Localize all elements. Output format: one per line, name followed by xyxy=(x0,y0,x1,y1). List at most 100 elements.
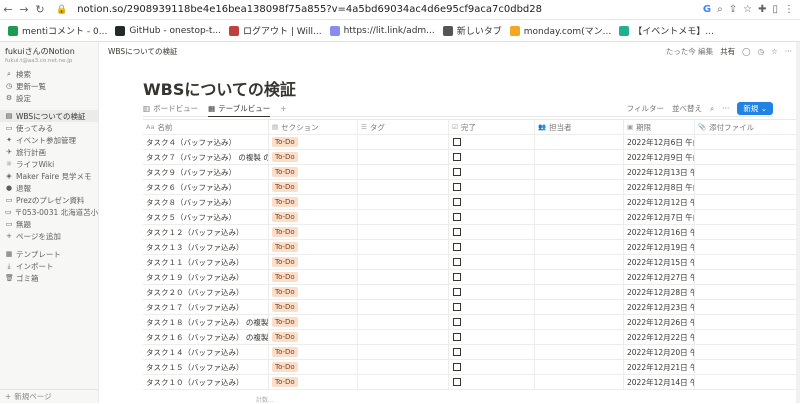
cell-file[interactable] xyxy=(695,255,800,269)
address-bar[interactable]: notion.so/2908939118be4e16bea138098f75a8… xyxy=(77,4,703,15)
cell-tag[interactable] xyxy=(358,225,449,239)
cell-section[interactable]: To-Do xyxy=(269,150,358,164)
cell-tag[interactable] xyxy=(358,285,449,299)
cell-owner[interactable] xyxy=(535,135,624,149)
table-row[interactable]: タスク１８（バッファ込み） の複製To-Do 2022年12月26日 午前 12:… xyxy=(143,315,800,330)
cell-section[interactable]: To-Do xyxy=(269,240,358,254)
done-checkbox[interactable] xyxy=(453,168,461,176)
cell-file[interactable] xyxy=(695,315,800,329)
breadcrumb[interactable]: WBSについての検証 xyxy=(108,46,666,57)
back-icon[interactable]: ← xyxy=(0,3,16,16)
done-checkbox[interactable] xyxy=(453,348,461,356)
cell-section[interactable]: To-Do xyxy=(269,195,358,209)
cell-file[interactable] xyxy=(695,195,800,209)
table-row[interactable]: タスク１４（バッファ込み） To-Do 2022年12月20日 午前 12:00 ( xyxy=(143,345,800,360)
cell-owner[interactable] xyxy=(535,225,624,239)
chevron-down-icon[interactable]: ⌄ xyxy=(761,104,767,113)
table-row[interactable]: タスク１２（バッファ込み） To-Do 2022年12月16日 午前 12:00 ( xyxy=(143,225,800,240)
cell-section[interactable]: To-Do xyxy=(269,375,358,389)
cell-name[interactable]: タスク１１（バッファ込み） xyxy=(143,255,269,269)
new-page-button[interactable]: + 新規ページ xyxy=(0,389,99,403)
cell-done[interactable] xyxy=(449,255,535,269)
cell-done[interactable] xyxy=(449,270,535,284)
table-row[interactable]: タスク１９（バッファ込み） To-Do 2022年12月27日 午前 12:00 ( xyxy=(143,270,800,285)
cell-name[interactable]: タスク１５（バッファ込み） xyxy=(143,360,269,374)
cell-owner[interactable] xyxy=(535,150,624,164)
workspace-switcher[interactable]: fukuiさんのNotion fukui.t@aa3.co.net.ne.jp xyxy=(0,42,98,64)
reload-icon[interactable]: ↻ xyxy=(32,3,48,16)
column-header-date[interactable]: ▣ 期限 xyxy=(624,120,695,134)
cell-done[interactable] xyxy=(449,330,535,344)
sidebar-item-page-6[interactable]: ● 退報 xyxy=(0,182,98,194)
cell-owner[interactable] xyxy=(535,270,624,284)
cell-done[interactable] xyxy=(449,210,535,224)
bookmark-star-icon[interactable]: ☆ xyxy=(743,4,752,15)
sidebar-item-page-1[interactable]: ▭ 使ってみる xyxy=(0,122,98,134)
favorite-star-icon[interactable]: ☆ xyxy=(771,47,778,56)
cell-date[interactable]: 2022年12月20日 午前 12:00 ( xyxy=(624,345,695,359)
more-view-options-icon[interactable]: ··· xyxy=(722,104,729,113)
filter-button[interactable]: フィルター xyxy=(627,103,664,114)
cell-file[interactable] xyxy=(695,345,800,359)
lock-icon[interactable]: 🔒 xyxy=(56,5,67,15)
column-header-name[interactable]: Aa 名前 xyxy=(143,120,269,134)
cell-done[interactable] xyxy=(449,285,535,299)
cell-tag[interactable] xyxy=(358,195,449,209)
cell-owner[interactable] xyxy=(535,285,624,299)
sidebar-item-page-2[interactable]: ✦ イベント参加管理 xyxy=(0,134,98,146)
forward-icon[interactable]: → xyxy=(16,3,32,16)
table-row[interactable]: タスク６（バッファ込み） To-Do 2022年12月8日 午前 12:00 (G xyxy=(143,180,800,195)
vertical-scrollbar[interactable] xyxy=(796,42,800,403)
cell-section[interactable]: To-Do xyxy=(269,270,358,284)
search-icon[interactable]: ⌕ xyxy=(710,104,714,114)
cell-done[interactable] xyxy=(449,165,535,179)
table-row[interactable]: タスク１０（バッファ込み） To-Do 2022年12月14日 午前 12:00 ( xyxy=(143,375,800,390)
extensions-icon[interactable]: ✚ xyxy=(758,4,766,15)
cell-tag[interactable] xyxy=(358,375,449,389)
cell-file[interactable] xyxy=(695,375,800,389)
cell-date[interactable]: 2022年12月21日 午前 12:00 ( xyxy=(624,360,695,374)
cell-name[interactable]: タスク８（バッファ込み） xyxy=(143,195,269,209)
cell-name[interactable]: タスク９（バッファ込み） xyxy=(143,165,269,179)
sidebar-item-bottom-0[interactable]: ▦ テンプレート xyxy=(0,248,98,260)
cell-tag[interactable] xyxy=(358,135,449,149)
cell-owner[interactable] xyxy=(535,165,624,179)
cell-done[interactable] xyxy=(449,225,535,239)
column-header-done[interactable]: ☑ 完了 xyxy=(449,120,535,134)
sidebar-item-page-5[interactable]: ◈ Maker Faire 見学メモ xyxy=(0,170,98,182)
cell-name[interactable]: タスク１７（バッファ込み） xyxy=(143,300,269,314)
done-checkbox[interactable] xyxy=(453,138,461,146)
cell-done[interactable] xyxy=(449,135,535,149)
table-row[interactable]: タスク１７（バッファ込み） To-Do 2022年12月23日 午前 12:00 ( xyxy=(143,300,800,315)
table-row[interactable]: タスク５（バッファ込み） To-Do 2022年12月7日 午前 12:00 (G xyxy=(143,210,800,225)
done-checkbox[interactable] xyxy=(453,153,461,161)
cell-section[interactable]: To-Do xyxy=(269,345,358,359)
cell-date[interactable]: 2022年12月14日 午前 12:00 ( xyxy=(624,375,695,389)
comment-icon[interactable]: ◯ xyxy=(742,47,750,56)
cell-name[interactable]: タスク４（バッファ込み） xyxy=(143,135,269,149)
zoom-icon[interactable]: ⌕ xyxy=(717,4,723,15)
share-button[interactable]: 共有 xyxy=(720,46,735,57)
cell-date[interactable]: 2022年12月28日 午前 12:00 ( xyxy=(624,285,695,299)
cell-name[interactable]: タスク１２（バッファ込み） xyxy=(143,225,269,239)
table-row[interactable]: タスク９（バッファ込み） To-Do 2022年12月13日 午前 12:00 ( xyxy=(143,165,800,180)
cell-owner[interactable] xyxy=(535,375,624,389)
sidebar-item-bottom-2[interactable]: 🗑 ゴミ箱 xyxy=(0,272,98,284)
tab-table-view[interactable]: ▦ テーブルビュー xyxy=(208,101,271,117)
cell-owner[interactable] xyxy=(535,330,624,344)
cell-section[interactable]: To-Do xyxy=(269,300,358,314)
cell-owner[interactable] xyxy=(535,255,624,269)
sidebar-item-page-3[interactable]: ✈ 旅行計画 xyxy=(0,146,98,158)
done-checkbox[interactable] xyxy=(453,333,461,341)
cell-section[interactable]: To-Do xyxy=(269,285,358,299)
sidebar-item-page-8[interactable]: ▭ 〒053-0031 北海道苫小... xyxy=(0,206,98,218)
bookmark-item[interactable]: GitHub - onestop-t... xyxy=(115,25,221,36)
cell-done[interactable] xyxy=(449,180,535,194)
cell-done[interactable] xyxy=(449,240,535,254)
cell-name[interactable]: タスク６（バッファ込み） xyxy=(143,180,269,194)
cell-name[interactable]: タスク１３（バッファ込み） xyxy=(143,240,269,254)
cell-tag[interactable] xyxy=(358,240,449,254)
cell-file[interactable] xyxy=(695,150,800,164)
cell-tag[interactable] xyxy=(358,300,449,314)
cell-file[interactable] xyxy=(695,210,800,224)
